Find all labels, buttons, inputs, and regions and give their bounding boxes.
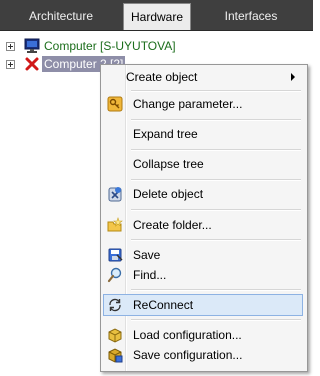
menu-separator [131,119,301,121]
menu-separator [131,239,301,241]
menu-separator [131,289,301,291]
menu-item-label: Save configuration... [133,348,243,362]
menu-item-delete-object[interactable]: Delete object [103,183,303,205]
tab-bar: Architecture Hardware Interfaces [0,0,313,31]
menu-item-label: Delete object [133,187,204,201]
menu-item-create-object[interactable]: Create object [103,66,303,88]
folder-new-icon [107,217,123,233]
reconnect-icon [107,297,123,313]
menu-separator [131,179,301,181]
menu-item-label: Create folder... [133,218,212,232]
menu-item-collapse-tree[interactable]: Collapse tree [103,153,303,175]
menu-item-label: Find... [133,268,167,282]
key-icon [107,96,123,112]
expand-node-icon[interactable] [6,42,15,51]
tab-architecture[interactable]: Architecture [0,2,122,30]
tab-hardware[interactable]: Hardware [123,3,191,30]
menu-item-load-configuration[interactable]: Load configuration... [103,324,303,346]
load-config-icon [107,327,123,343]
context-menu: Create object Change parameter... Expand… [100,64,308,372]
tree-node-label: Computer [S-UYUTOVA] [44,39,176,53]
menu-separator [131,209,301,211]
menu-item-label: Collapse tree [133,157,204,171]
menu-separator [131,149,301,151]
expand-node-icon[interactable] [6,60,15,69]
delete-object-icon [107,186,123,202]
menu-item-change-parameter[interactable]: Change parameter... [103,93,303,115]
menu-item-label: Create object [126,70,198,84]
menu-item-reconnect[interactable]: ReConnect [103,294,303,316]
menu-item-label: ReConnect [133,298,194,312]
menu-separator [131,319,301,321]
menu-item-label: Load configuration... [133,328,242,342]
monitor-icon [24,38,40,54]
submenu-arrow-icon [291,73,295,81]
menu-separator [131,90,301,92]
save-config-icon [107,347,123,363]
menu-item-label: Expand tree [133,127,198,141]
tab-interfaces[interactable]: Interfaces [192,2,310,30]
magnifier-icon [107,267,123,283]
save-icon [107,247,123,263]
menu-item-save[interactable]: Save [103,244,303,266]
menu-item-create-folder[interactable]: Create folder... [103,214,303,236]
menu-item-save-configuration[interactable]: Save configuration... [103,344,303,366]
menu-item-find[interactable]: Find... [103,264,303,286]
menu-item-label: Change parameter... [133,97,243,111]
menu-item-expand-tree[interactable]: Expand tree [103,123,303,145]
menu-item-label: Save [133,248,161,262]
red-x-icon [24,56,40,72]
